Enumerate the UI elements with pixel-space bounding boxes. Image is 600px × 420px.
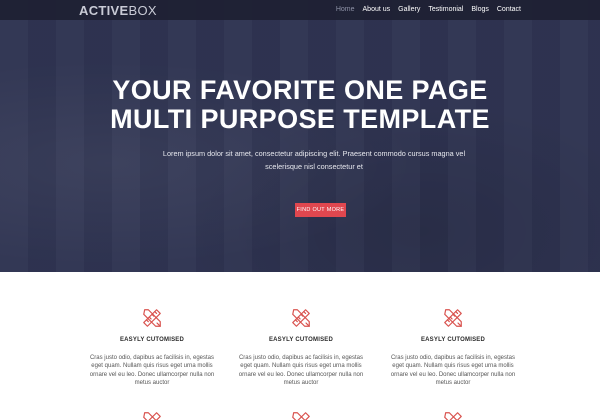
find-out-more-button[interactable]: FIND OUT MORE [295,203,346,217]
nav-item-gallery[interactable]: Gallery [398,6,420,14]
feature-card: EASYLY CUTOMISED Cras justo odio, dapibu… [378,307,528,388]
logo-part-active: ACTIVE [79,3,129,18]
nav-item-about-us[interactable]: About us [363,6,391,14]
pencil-ruler-icon [292,309,310,327]
feature-card: EASYLY CUTOMISED Cras justo odio, dapibu… [77,307,227,388]
hero-title-line-1: YOUR FAVORITE ONE PAGE [112,75,488,105]
feature-description: Cras justo odio, dapibus ac facilisis in… [89,355,215,387]
feature-description: Cras justo odio, dapibus ac facilisis in… [390,355,516,387]
hero-section: ACTIVEBOX Home About us Gallery Testimon… [0,0,600,272]
hero-background [0,0,600,272]
pencil-ruler-icon [292,412,310,420]
hero-title: YOUR FAVORITE ONE PAGE MULTI PURPOSE TEM… [0,76,600,134]
feature-title: EASYLY CUTOMISED [420,337,486,343]
feature-card: EASYLY CUTOMISED Cras justo odio, dapibu… [226,307,376,388]
nav-item-contact[interactable]: Contact [497,6,521,14]
hero-subtitle: Lorem ipsum dolor sit amet, consectetur … [162,149,466,171]
feature-title: EASYLY CUTOMISED [268,337,334,343]
feature-title: EASYLY CUTOMISED [119,337,185,343]
nav-item-blogs[interactable]: Blogs [471,6,489,14]
pencil-ruler-icon [143,309,161,327]
hero-title-line-2: MULTI PURPOSE TEMPLATE [110,104,490,134]
site-logo[interactable]: ACTIVEBOX [79,4,157,17]
top-navbar: ACTIVEBOX Home About us Gallery Testimon… [0,0,600,20]
features-section: EASYLY CUTOMISED Cras justo odio, dapibu… [0,272,600,420]
nav-item-home[interactable]: Home [336,6,355,14]
pencil-ruler-icon [444,412,462,420]
pencil-ruler-icon [444,309,462,327]
feature-description: Cras justo odio, dapibus ac facilisis in… [238,355,364,387]
nav-item-testimonial[interactable]: Testimonial [428,6,463,14]
pencil-ruler-icon [143,412,161,420]
logo-part-box: BOX [128,3,157,18]
main-nav: Home About us Gallery Testimonial Blogs … [336,6,521,14]
